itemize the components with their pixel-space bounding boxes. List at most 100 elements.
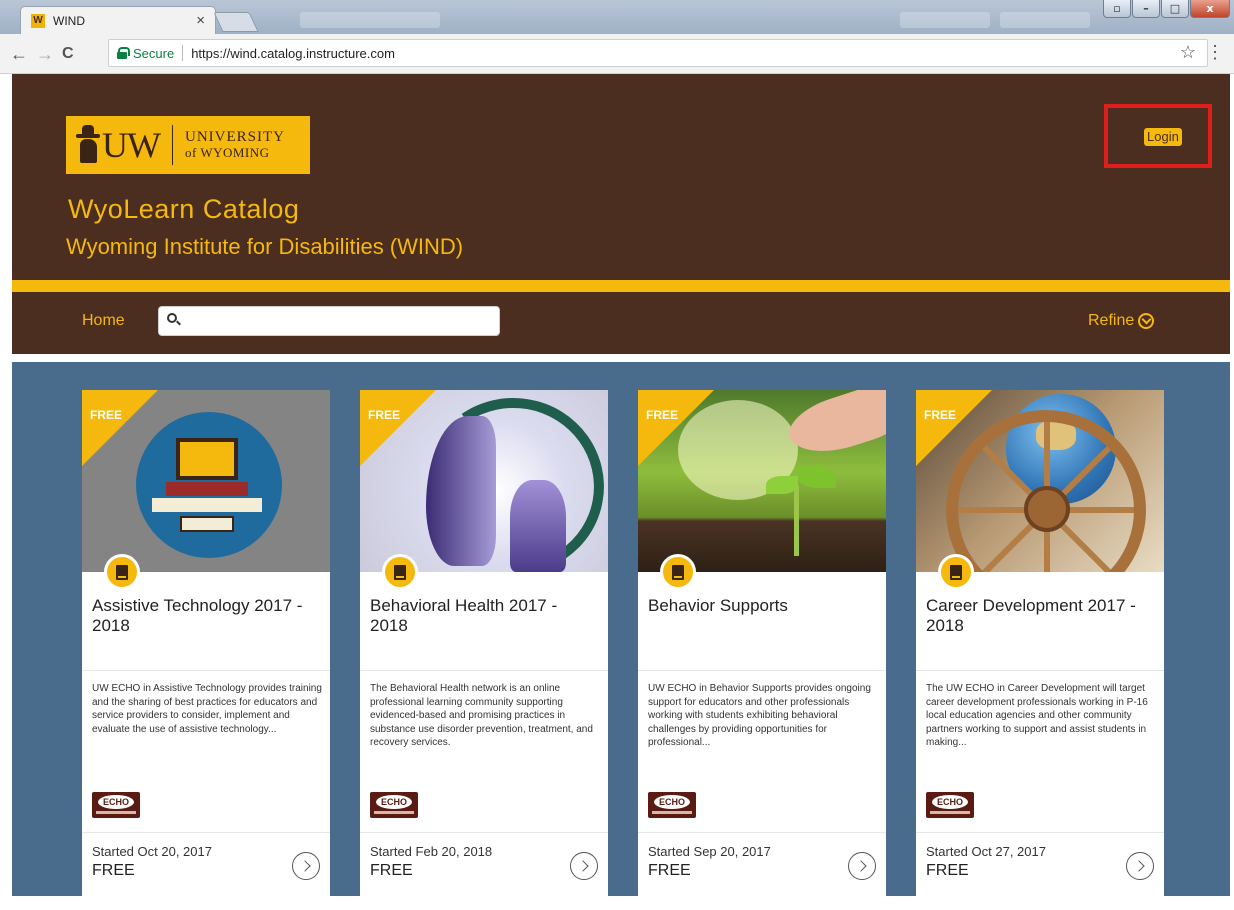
- header-accent-band: [12, 280, 1230, 292]
- card-divider: [916, 670, 1164, 671]
- site-subtitle: Wyoming Institute for Disabilities (WIND…: [66, 234, 464, 259]
- refine-toggle[interactable]: Refine: [1088, 312, 1155, 330]
- tab-close-icon[interactable]: ×: [196, 12, 205, 29]
- window-controls: ▫ – □ x: [1103, 0, 1230, 18]
- home-link[interactable]: Home: [82, 312, 125, 330]
- book-icon: [950, 564, 962, 580]
- browser-toolbar: ← → C Secure https://wind.catalog.instru…: [0, 34, 1234, 74]
- bookmark-star-icon[interactable]: ☆: [1180, 42, 1196, 63]
- login-button[interactable]: Login: [1144, 128, 1182, 146]
- browser-menu-icon[interactable]: ⋮: [1206, 42, 1224, 63]
- logo-uw-text: UW: [102, 125, 161, 165]
- course-image-behavior-supports[interactable]: FREE: [638, 390, 886, 572]
- course-type-badge: [104, 554, 140, 590]
- course-start-date: Started Sep 20, 2017: [648, 844, 771, 859]
- course-card[interactable]: FREE Career Development 2017 - 2018 The …: [916, 390, 1164, 910]
- chevron-right-circle-icon[interactable]: [570, 852, 598, 880]
- site-title: WyoLearn Catalog: [68, 194, 300, 224]
- login-highlight-box: Login: [1104, 104, 1212, 168]
- free-ribbon-label: FREE: [90, 408, 123, 422]
- book-icon: [116, 564, 128, 580]
- course-title[interactable]: Career Development 2017 - 2018: [926, 596, 1154, 636]
- card-divider: [82, 670, 330, 671]
- card-divider: [638, 670, 886, 671]
- book-icon: [394, 564, 406, 580]
- course-start-date: Started Oct 27, 2017: [926, 844, 1046, 859]
- course-image-behavioral-health[interactable]: FREE: [360, 390, 608, 572]
- window-minimize-icon[interactable]: –: [1132, 0, 1160, 18]
- card-divider: [360, 670, 608, 671]
- logo-line-1: UNIVERSITY: [184, 129, 285, 145]
- chevron-right-circle-icon[interactable]: [292, 852, 320, 880]
- logo-line-2: of WYOMING: [184, 145, 270, 160]
- new-tab-button[interactable]: [213, 12, 259, 32]
- course-title[interactable]: Behavior Supports: [648, 596, 876, 616]
- tab-title: WIND: [53, 13, 85, 28]
- window-maximize-icon[interactable]: □: [1161, 0, 1189, 18]
- card-divider: [916, 832, 1164, 833]
- course-description: The UW ECHO in Career Development will t…: [926, 683, 1148, 748]
- browser-tab[interactable]: W WIND ×: [20, 6, 216, 34]
- course-grid: FREE Assistive Technology 2017 - 2018 UW…: [12, 362, 1230, 910]
- chevron-right-circle-icon[interactable]: [1126, 852, 1154, 880]
- forward-arrow-icon[interactable]: →: [36, 42, 54, 66]
- course-type-badge: [382, 554, 418, 590]
- course-price: FREE: [92, 862, 135, 879]
- echo-logo-text: ECHO: [932, 795, 968, 809]
- logo-divider: [171, 125, 173, 165]
- catalog-page: UW UNIVERSITY of WYOMING WyoLearn Catalo…: [12, 74, 1230, 910]
- course-title[interactable]: Assistive Technology 2017 - 2018: [92, 596, 320, 636]
- free-ribbon: [82, 390, 158, 466]
- course-description: UW ECHO in Behavior Supports provides on…: [648, 683, 871, 748]
- course-card[interactable]: FREE Behavior Supports UW ECHO in Behavi…: [638, 390, 886, 910]
- catalog-navbar: Home Refine: [12, 292, 1230, 354]
- university-logo[interactable]: UW UNIVERSITY of WYOMING: [66, 116, 310, 174]
- free-ribbon: [638, 390, 714, 466]
- bucking-horse-icon: [76, 125, 100, 165]
- course-start-date: Started Oct 20, 2017: [92, 844, 212, 859]
- address-separator: [182, 45, 184, 61]
- course-description: The Behavioral Health network is an onli…: [370, 683, 593, 748]
- wind-favicon-icon: W: [31, 13, 45, 28]
- course-type-badge: [660, 554, 696, 590]
- echo-logo: ECHO: [370, 792, 418, 818]
- url-text[interactable]: https://wind.catalog.instructure.com: [191, 46, 395, 61]
- course-title[interactable]: Behavioral Health 2017 - 2018: [370, 596, 598, 636]
- secure-label: Secure: [133, 45, 175, 61]
- window-user-icon[interactable]: ▫: [1103, 0, 1131, 18]
- book-icon: [672, 564, 684, 580]
- search-icon: [167, 313, 181, 326]
- course-price: FREE: [648, 862, 691, 879]
- refine-label: Refine: [1088, 312, 1135, 329]
- window-close-icon[interactable]: x: [1190, 0, 1230, 18]
- course-price: FREE: [926, 862, 969, 879]
- card-divider: [360, 832, 608, 833]
- course-image-assistive-technology[interactable]: FREE: [82, 390, 330, 572]
- course-card[interactable]: FREE Assistive Technology 2017 - 2018 UW…: [82, 390, 330, 910]
- course-card[interactable]: FREE Behavioral Health 2017 - 2018 The B…: [360, 390, 608, 910]
- background-window-title: [300, 12, 440, 28]
- back-arrow-icon[interactable]: ←: [10, 42, 28, 66]
- background-tab-1: [900, 12, 990, 28]
- course-image-career-development[interactable]: FREE: [916, 390, 1164, 572]
- echo-logo: ECHO: [648, 792, 696, 818]
- lock-icon: [117, 47, 130, 59]
- echo-logo-text: ECHO: [376, 795, 412, 809]
- echo-logo: ECHO: [926, 792, 974, 818]
- free-ribbon: [916, 390, 992, 466]
- echo-logo-text: ECHO: [654, 795, 690, 809]
- reload-icon[interactable]: C: [62, 42, 74, 66]
- free-ribbon: [360, 390, 436, 466]
- echo-logo: ECHO: [92, 792, 140, 818]
- background-tab-2: [1000, 12, 1090, 28]
- course-description: UW ECHO in Assistive Technology provides…: [92, 683, 322, 735]
- search-input[interactable]: [158, 306, 500, 336]
- free-ribbon-label: FREE: [924, 408, 957, 422]
- address-bar[interactable]: Secure https://wind.catalog.instructure.…: [108, 39, 1208, 67]
- free-ribbon-label: FREE: [368, 408, 401, 422]
- chevron-right-circle-icon[interactable]: [848, 852, 876, 880]
- card-divider: [638, 832, 886, 833]
- course-type-badge: [938, 554, 974, 590]
- course-price: FREE: [370, 862, 413, 879]
- echo-logo-text: ECHO: [98, 795, 134, 809]
